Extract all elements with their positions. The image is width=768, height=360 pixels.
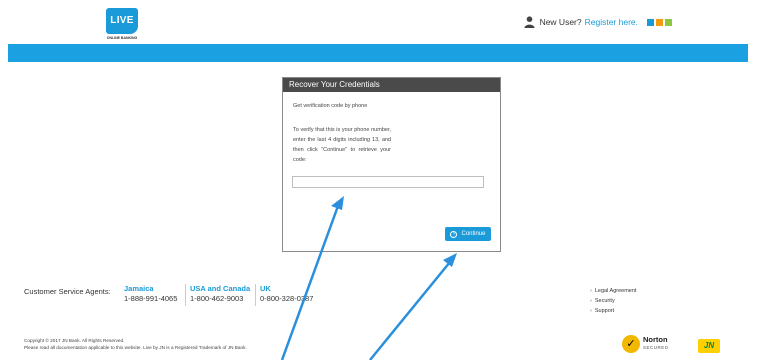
logo-text: LIVE: [106, 8, 138, 34]
new-user-label: New User?: [539, 17, 582, 27]
arrow-circle-icon: ›: [450, 230, 458, 238]
arrowhead-icon: [443, 253, 457, 267]
checkmark-icon: ✓: [622, 335, 640, 353]
footer-link-label: Support: [594, 308, 615, 314]
norton-name: Norton: [643, 335, 668, 344]
norton-sub: SECURED: [643, 345, 669, 350]
recover-credentials-dialog: Recover Your Credentials Get verificatio…: [282, 77, 501, 252]
footer-link-support[interactable]: › Support: [590, 306, 636, 316]
contact-jamaica: Jamaica 1-888-991-4065: [124, 284, 177, 303]
copyright-text: Copyright © 2017 JN Bank. All Rights Res…: [24, 337, 247, 351]
contact-usa-canada: USA and Canada 1-800-462-9003: [190, 284, 250, 303]
accent-square-blue: [647, 18, 654, 26]
norton-secured-badge[interactable]: ✓ Norton SECURED: [622, 335, 669, 353]
accent-square-orange: [656, 18, 663, 26]
live-logo[interactable]: LIVE ONLINE BANKING: [106, 8, 138, 44]
contact-phone: 0-800-328-0387: [260, 294, 314, 303]
contact-region[interactable]: USA and Canada: [190, 284, 250, 293]
contact-phone: 1-800-462-9003: [190, 294, 244, 303]
accent-squares: [645, 18, 672, 26]
footer-link-legal[interactable]: › Legal Agreement: [590, 286, 636, 296]
verification-code-input[interactable]: [292, 176, 484, 188]
chevron-right-icon: ›: [590, 288, 592, 294]
copyright-line: Please read all documentation applicable…: [24, 345, 247, 350]
user-icon: [524, 16, 535, 28]
new-user-area: New User? Register here.: [524, 15, 672, 29]
continue-label: Continue: [461, 231, 486, 237]
footer-links: › Legal Agreement › Security › Support: [590, 286, 636, 316]
annotation-arrow-button: [369, 261, 451, 360]
chevron-right-icon: ›: [590, 298, 592, 304]
accent-square-green: [665, 18, 672, 26]
contact-region[interactable]: Jamaica: [124, 284, 177, 293]
dialog-subtitle: Get verification code by phone: [293, 103, 368, 109]
dialog-title: Recover Your Credentials: [283, 78, 500, 92]
contact-divider: [255, 284, 256, 306]
customer-service-label: Customer Service Agents:: [24, 287, 111, 296]
footer-link-label: Security: [594, 298, 615, 304]
continue-button[interactable]: › Continue: [445, 227, 491, 241]
contact-phone: 1-888-991-4065: [124, 294, 178, 303]
dialog-instructions: To verify that this is your phone number…: [293, 127, 391, 163]
register-link[interactable]: Register here.: [585, 17, 638, 27]
footer-link-security[interactable]: › Security: [590, 296, 636, 306]
footer-link-label: Legal Agreement: [594, 288, 637, 294]
logo-subtext: ONLINE BANKING: [106, 36, 138, 40]
navigation-bar: [8, 44, 748, 62]
copyright-line: Copyright © 2017 JN Bank. All Rights Res…: [24, 338, 125, 343]
contact-region[interactable]: UK: [260, 284, 313, 293]
chevron-right-icon: ›: [590, 308, 592, 314]
jn-logo: JN: [698, 339, 720, 353]
contact-divider: [185, 284, 186, 306]
contact-uk: UK 0-800-328-0387: [260, 284, 313, 303]
dialog-body: Get verification code by phone To verify…: [283, 92, 500, 173]
